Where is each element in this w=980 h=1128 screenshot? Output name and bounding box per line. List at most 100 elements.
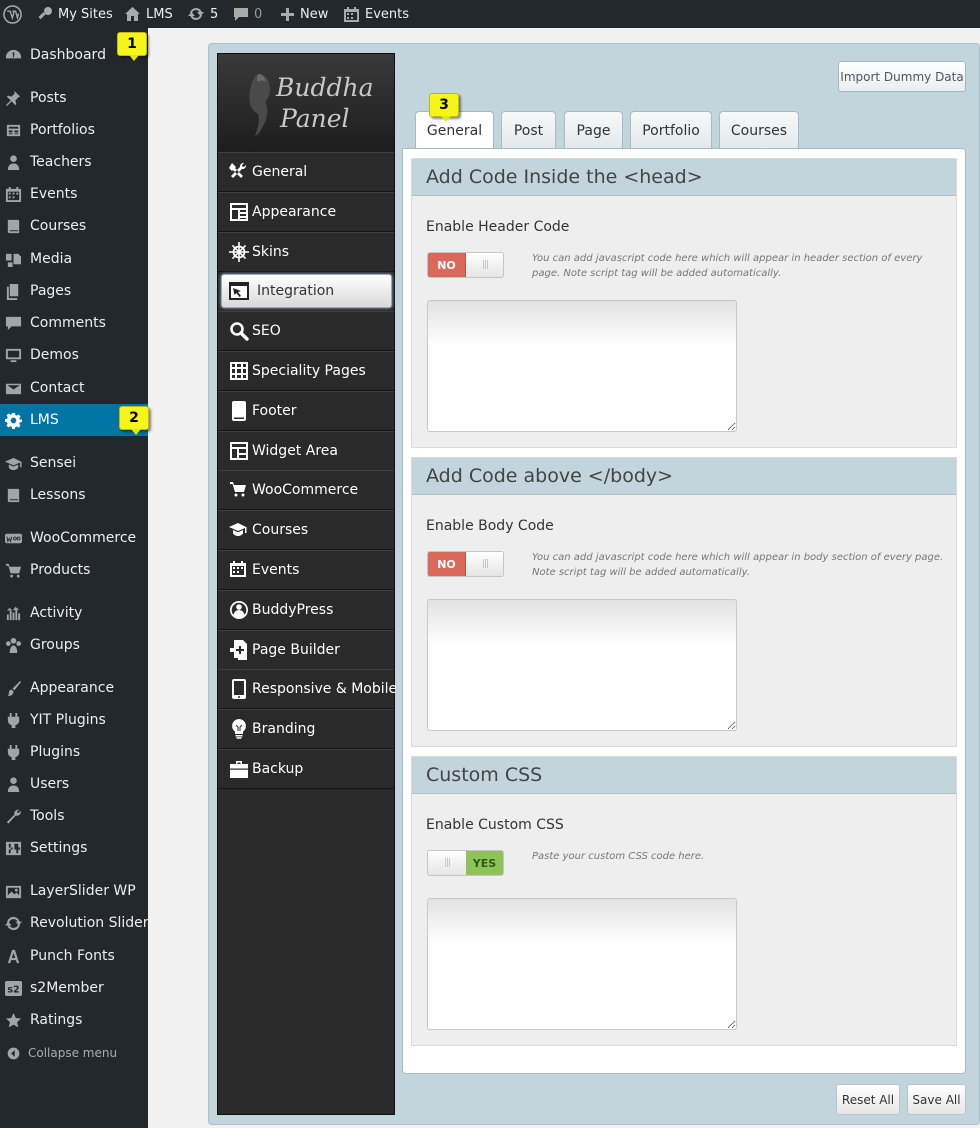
collapse-icon: [5, 1045, 22, 1062]
code-textarea[interactable]: [427, 300, 737, 432]
sidebar-item-ratings[interactable]: Ratings: [0, 1004, 148, 1036]
sidebar-item-label: Products: [30, 562, 91, 578]
sidebar-item-pages[interactable]: Pages: [0, 275, 148, 307]
gear-icon: [5, 412, 22, 429]
sidebar-item-portfolios[interactable]: Portfolios: [0, 114, 148, 146]
sidebar-item-label: s2Member: [30, 980, 104, 996]
sidebar-item-label: Contact: [30, 380, 85, 396]
collapse-menu-button[interactable]: Collapse menu: [0, 1037, 148, 1069]
sidebar-item-label: Tools: [30, 808, 65, 824]
sidebar-item-comments[interactable]: Comments: [0, 307, 148, 339]
sidebar-item-events[interactable]: Events: [0, 178, 148, 210]
sidebar-item-layerslider-wp[interactable]: LayerSlider WP: [0, 875, 148, 907]
tab-post[interactable]: Post: [501, 111, 556, 149]
reset-all-button[interactable]: Reset All: [836, 1084, 900, 1115]
panel-nav-seo[interactable]: SEO: [218, 311, 394, 352]
save-all-button[interactable]: Save All: [907, 1084, 966, 1115]
comments-count: 0: [254, 6, 263, 22]
panel-nav-backup[interactable]: Backup: [218, 749, 394, 789]
updates-button[interactable]: 5: [187, 0, 218, 28]
panel-navigation: Buddha Panel General Appearance Skins Integ…: [217, 53, 397, 1115]
my-sites-menu[interactable]: My Sites: [37, 0, 113, 28]
panel-nav-label: Speciality Pages: [252, 363, 366, 379]
tab-portfolio[interactable]: Portfolio: [630, 111, 712, 149]
panel-nav-integration[interactable]: Integration: [221, 274, 392, 309]
new-content-menu[interactable]: New: [280, 0, 328, 28]
sidebar-item-teachers[interactable]: Teachers: [0, 146, 148, 178]
code-textarea[interactable]: [427, 898, 737, 1030]
events-label: Events: [365, 6, 410, 22]
search-icon: [229, 321, 249, 341]
events-menu[interactable]: Events: [343, 0, 409, 28]
sidebar-item-s2member[interactable]: s2 s2Member: [0, 972, 148, 1004]
sidebar-item-plugins[interactable]: Plugins: [0, 736, 148, 768]
wordpress-logo-button[interactable]: [3, 0, 22, 28]
comment-icon: [233, 6, 249, 22]
sidebar-item-tools[interactable]: Tools: [0, 800, 148, 832]
sidebar-item-lessons[interactable]: Lessons: [0, 479, 148, 511]
sidebar-item-woocommerce[interactable]: WooCommerce: [0, 522, 148, 554]
sidebar-item-label: LayerSlider WP: [30, 883, 136, 899]
field-hint: You can add javascript code here which w…: [532, 253, 923, 279]
sidebar-item-groups[interactable]: Groups: [0, 629, 148, 661]
toggle-state-label: NO: [428, 253, 466, 277]
panel-nav-speciality-pages[interactable]: Speciality Pages: [218, 351, 394, 391]
sidebar-item-contact[interactable]: Contact: [0, 372, 148, 404]
sidebar-item-label: Users: [30, 776, 70, 792]
panel-nav-skins[interactable]: Skins: [218, 231, 394, 272]
sidebar-item-label: Settings: [30, 840, 88, 856]
tablet-icon: [229, 400, 249, 421]
code-textarea[interactable]: [427, 599, 737, 731]
callout-badge-1: 1: [117, 32, 147, 61]
sidebar-item-users[interactable]: Users: [0, 768, 148, 800]
sidebar-item-activity[interactable]: Activity: [0, 597, 148, 629]
sidebar-item-label: Posts: [30, 90, 67, 106]
sidebar-item-label: Portfolios: [30, 122, 95, 138]
panel-nav-events[interactable]: Events: [218, 550, 394, 590]
field-label: Enable Custom CSS: [426, 817, 564, 833]
panel-nav-page-builder[interactable]: Page Builder: [218, 629, 394, 670]
sidebar-item-posts[interactable]: Posts: [0, 82, 148, 114]
calendar-icon: [5, 186, 22, 203]
refresh-icon: [187, 6, 205, 22]
sidebar-item-courses[interactable]: Courses: [0, 210, 148, 242]
panel-nav-woocommerce[interactable]: WooCommerce: [218, 470, 394, 511]
widget-icon: [229, 441, 249, 461]
import-dummy-data-button[interactable]: Import Dummy Data: [838, 61, 966, 92]
sidebar-item-label: Media: [30, 251, 73, 267]
settings-section: Add Code above </body> Enable Body Code NO…: [411, 457, 957, 747]
site-name-menu[interactable]: LMS: [124, 0, 173, 28]
section-title: Add Code above </body>: [412, 458, 956, 495]
comments-button[interactable]: 0: [233, 0, 262, 28]
field-hint: You can add javascript code here which w…: [532, 552, 944, 578]
enable-toggle[interactable]: YES |||: [427, 850, 504, 876]
sidebar-item-revolution-slider[interactable]: Revolution Slider: [0, 907, 149, 939]
sidebar-item-sensei[interactable]: Sensei: [0, 447, 148, 479]
sidebar-item-appearance[interactable]: Appearance: [0, 672, 148, 704]
sidebar-item-demos[interactable]: Demos: [0, 339, 148, 371]
panel-nav-buddypress[interactable]: BuddyPress: [218, 589, 394, 630]
panel-nav-widget-area[interactable]: Widget Area: [218, 430, 394, 471]
enable-toggle[interactable]: NO |||: [427, 551, 504, 577]
sidebar-item-label: Ratings: [30, 1012, 83, 1028]
panel-nav-courses[interactable]: Courses: [218, 510, 394, 551]
plugin-icon: [5, 744, 22, 761]
svg-text:s2: s2: [7, 984, 19, 995]
collapse-menu-label: Collapse menu: [28, 1046, 118, 1060]
panel-nav-general[interactable]: General: [218, 152, 394, 192]
sidebar-item-media[interactable]: Media: [0, 243, 148, 275]
panel-nav-footer[interactable]: Footer: [218, 390, 394, 431]
field-hint: Paste your custom CSS code here.: [532, 851, 705, 862]
sidebar-item-yit-plugins[interactable]: YIT Plugins: [0, 704, 148, 736]
panel-nav-label: SEO: [252, 323, 281, 340]
buddypress-icon: [229, 600, 249, 620]
sidebar-item-punch-fonts[interactable]: Punch Fonts: [0, 940, 148, 972]
panel-nav-branding[interactable]: Branding: [218, 709, 394, 750]
panel-nav-appearance[interactable]: Appearance: [218, 191, 394, 232]
tab-page[interactable]: Page: [564, 111, 623, 149]
enable-toggle[interactable]: NO |||: [427, 252, 504, 278]
panel-nav-responsive-mobile[interactable]: Responsive & Mobile: [218, 669, 397, 710]
sidebar-item-products[interactable]: Products: [0, 554, 148, 586]
tab-courses[interactable]: Courses: [719, 111, 799, 149]
sidebar-item-settings[interactable]: Settings: [0, 832, 148, 864]
